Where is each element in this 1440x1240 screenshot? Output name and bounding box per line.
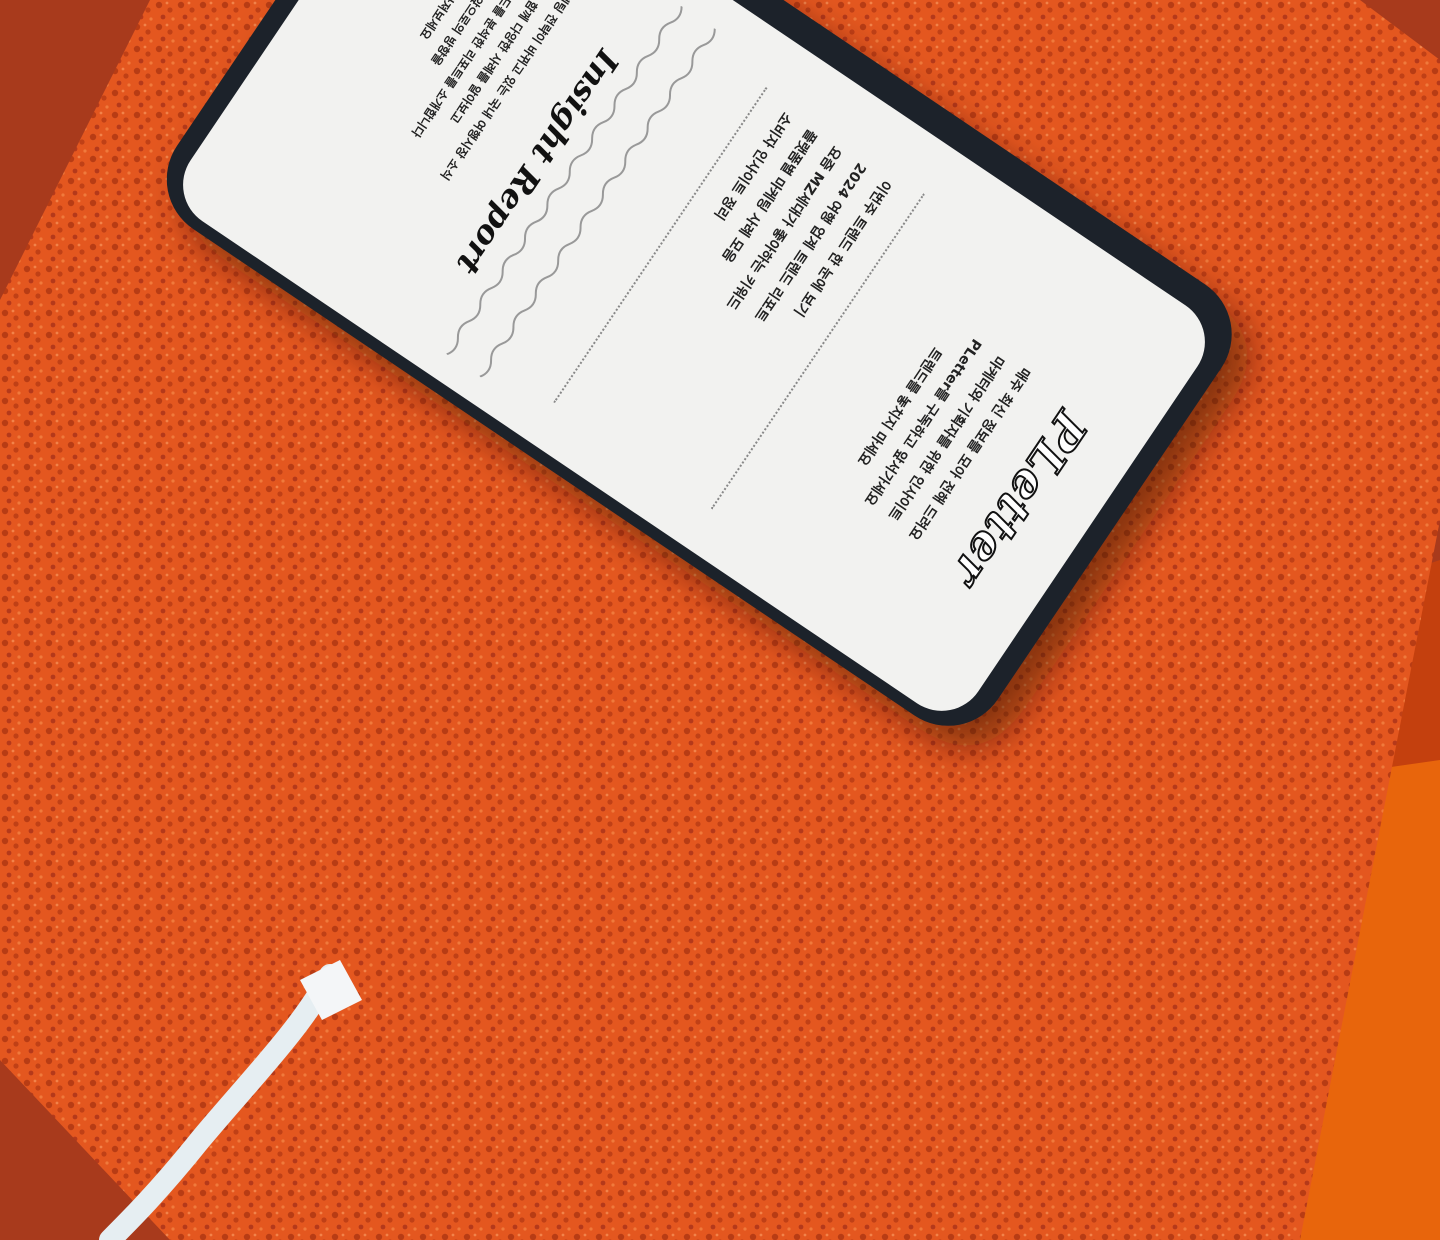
topic-list: 이번주 트렌드 한 눈에 보기 2024 여행 업계 트렌드 리포트 요즘 MZ… xyxy=(563,102,894,493)
intro-text: 매주 최신 정보를 모아 전해 드려요 마케터와 기획자를 위한 인사이트 PL… xyxy=(783,246,1077,607)
